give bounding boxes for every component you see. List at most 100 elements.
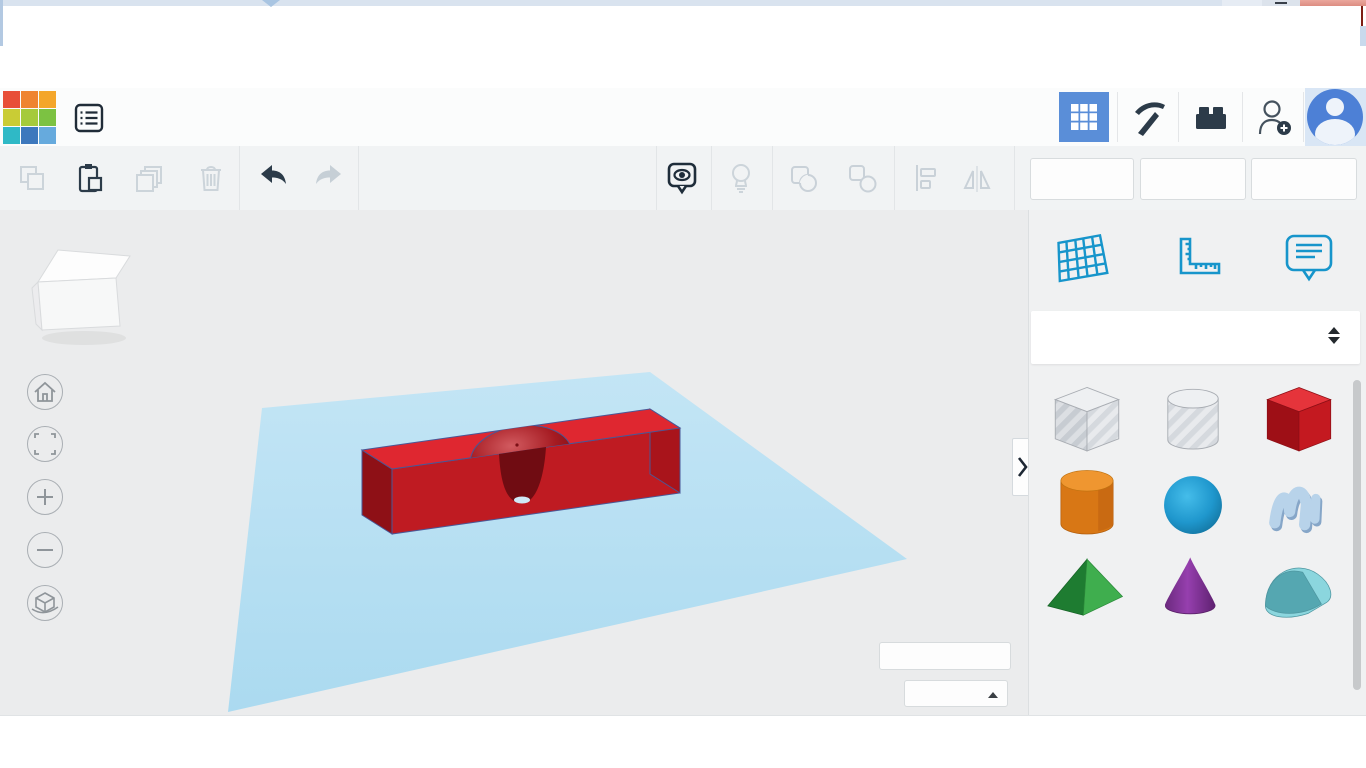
- view-cube[interactable]: [28, 236, 140, 348]
- minus-icon: [37, 549, 53, 551]
- chevron-right-icon: [1017, 457, 1028, 477]
- round-roof-shape[interactable]: [1249, 548, 1349, 632]
- pickaxe-icon: [1135, 102, 1165, 136]
- minimize-button-sliver[interactable]: [1262, 0, 1300, 6]
- copy-icon: [20, 166, 44, 190]
- logo-tile: [3, 127, 20, 144]
- dashboard-grid-icon: [1071, 104, 1097, 130]
- green-pyramid-shape[interactable]: [1037, 548, 1137, 632]
- ruler-tool-button[interactable]: [1163, 226, 1227, 290]
- eye-bubble-icon: [667, 162, 697, 195]
- browser-titlebar-sliver: [0, 0, 1366, 6]
- ruler-icon: [1179, 237, 1221, 275]
- lightbulb-icon: [732, 164, 750, 193]
- logo-tile: [39, 109, 56, 126]
- delete-button[interactable]: [192, 159, 230, 197]
- home-view-button[interactable]: [27, 374, 63, 410]
- export-button[interactable]: [1140, 158, 1246, 200]
- transparent-cylinder-shape[interactable]: [1143, 380, 1243, 464]
- panel-scrollbar[interactable]: [1353, 380, 1361, 690]
- duplicate-icon: [136, 166, 162, 192]
- show-all-button[interactable]: [663, 159, 701, 197]
- logo-tile: [39, 91, 56, 108]
- tinkercad-app: [0, 0, 1366, 768]
- duplicate-button[interactable]: [131, 159, 169, 197]
- paste-button[interactable]: [70, 159, 108, 197]
- zoom-out-button[interactable]: [27, 532, 63, 568]
- logo-tile: [3, 109, 20, 126]
- import-button[interactable]: [1030, 158, 1134, 200]
- shapes-grid: [1037, 380, 1349, 632]
- home-icon: [34, 381, 56, 402]
- avatar-head: [1326, 98, 1344, 116]
- toolbar-divider: [239, 146, 240, 210]
- blue-sphere-shape[interactable]: [1143, 464, 1243, 548]
- red-box-shape[interactable]: [1249, 380, 1349, 464]
- logo-tile: [21, 109, 38, 126]
- perspective-toggle-button[interactable]: [27, 585, 63, 621]
- snap-grid-label: [760, 682, 896, 708]
- notes-tool-button[interactable]: [1277, 226, 1341, 290]
- close-button-sliver[interactable]: [1300, 0, 1366, 6]
- panel-collapse-handle[interactable]: [1012, 438, 1028, 496]
- avatar-body: [1315, 119, 1355, 145]
- toolbar-divider: [656, 146, 657, 210]
- minecraft-mode-button[interactable]: [1122, 92, 1172, 142]
- fit-view-icon: [34, 433, 56, 455]
- purple-cone-shape[interactable]: [1143, 548, 1243, 632]
- ungroup-icon: [849, 165, 877, 193]
- shapes-panel: [1028, 210, 1366, 715]
- header-divider: [1242, 92, 1243, 142]
- header-divider: [1117, 92, 1118, 142]
- group-button[interactable]: [784, 159, 822, 197]
- fit-view-button[interactable]: [27, 426, 63, 462]
- dashboard-button[interactable]: [1059, 92, 1109, 142]
- browser-edge-sliver: [0, 0, 3, 46]
- avatar[interactable]: [1307, 89, 1363, 145]
- design-menu-button[interactable]: [73, 102, 105, 134]
- browser-arrow-icon: [262, 0, 280, 7]
- perspective-cube-icon: [31, 592, 59, 614]
- orange-cylinder-shape[interactable]: [1037, 464, 1137, 548]
- redo-button[interactable]: [310, 159, 348, 197]
- browser-scroll-sliver: [1360, 26, 1366, 46]
- sort-arrows-icon: [1328, 327, 1340, 344]
- shape-category-select[interactable]: [1031, 311, 1360, 364]
- header-divider: [1178, 92, 1179, 142]
- viewport-scene: [228, 372, 907, 712]
- caret-up-icon: [988, 692, 998, 698]
- toolbar-divider: [1014, 146, 1015, 210]
- group-icon: [791, 166, 817, 192]
- logo-tile: [21, 91, 38, 108]
- tinkercad-logo[interactable]: [3, 91, 57, 146]
- redo-icon: [316, 165, 341, 184]
- toolbar-divider: [358, 146, 359, 210]
- undo-icon: [261, 165, 286, 184]
- snap-grid-dropdown[interactable]: [904, 680, 1008, 707]
- toolbar-divider: [772, 146, 773, 210]
- workplane-tool-button[interactable]: [1051, 226, 1115, 290]
- copy-button[interactable]: [13, 159, 51, 197]
- browser-tab-sliver: [1222, 0, 1262, 6]
- ungroup-button[interactable]: [843, 159, 881, 197]
- undo-button[interactable]: [254, 159, 292, 197]
- transparent-box-shape[interactable]: [1037, 380, 1137, 464]
- align-button[interactable]: [906, 159, 944, 197]
- notes-icon: [1285, 234, 1333, 282]
- zoom-in-button[interactable]: [27, 479, 63, 515]
- toolbar-divider: [711, 146, 712, 210]
- viewport-3d[interactable]: [0, 210, 1028, 715]
- edit-grid-button[interactable]: [879, 642, 1011, 670]
- mirror-button[interactable]: [955, 159, 999, 197]
- trash-icon: [201, 166, 221, 191]
- scribble-shape[interactable]: [1249, 464, 1349, 548]
- brick-mode-button[interactable]: [1186, 92, 1236, 142]
- minimize-icon: [1275, 2, 1287, 4]
- paste-icon: [78, 164, 103, 193]
- browser-edge-line: [1361, 6, 1363, 26]
- model-hole-dot: [515, 443, 519, 447]
- send-button[interactable]: [1251, 158, 1357, 200]
- light-button[interactable]: [722, 159, 760, 197]
- invite-people-button[interactable]: [1250, 92, 1300, 142]
- toolbar-divider: [894, 146, 895, 210]
